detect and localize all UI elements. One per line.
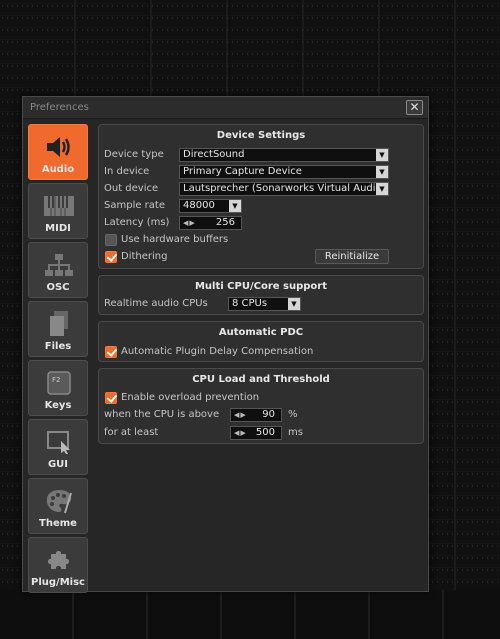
device-type-select[interactable]: DirectSound ▼ — [179, 148, 389, 162]
latency-value: 256 — [215, 217, 235, 228]
stepper-arrows-icon[interactable]: ◀▶ — [234, 427, 247, 439]
realtime-cpus-label: Realtime audio CPUs — [104, 298, 208, 309]
stepper-arrows-icon[interactable]: ◀▶ — [183, 217, 196, 229]
daw-background-tracks — [0, 590, 500, 639]
sidebar-item-plug-misc[interactable]: Plug/Misc — [28, 537, 88, 593]
close-button[interactable]: ✕ — [406, 100, 423, 115]
device-settings-panel: Device Settings Device type DirectSound … — [98, 124, 424, 269]
sidebar-item-label: GUI — [47, 459, 69, 470]
window-title: Preferences — [30, 102, 89, 113]
stepper-arrows-icon[interactable]: ◀▶ — [234, 409, 247, 421]
sidebar: Audio MIDI OSC Files F2 Keys GUI Theme P… — [28, 124, 88, 596]
realtime-cpus-value: 8 CPUs — [232, 298, 268, 309]
hardware-buffers-checkbox[interactable] — [105, 234, 117, 246]
cpu-threshold-stepper[interactable]: ◀▶ 90 — [230, 408, 282, 422]
cpu-threshold-unit: % — [288, 409, 298, 420]
preferences-window: Preferences ✕ Audio MIDI OSC Files F2 Ke… — [22, 96, 429, 593]
sample-rate-select[interactable]: 48000 ▼ — [179, 199, 242, 213]
palette-icon — [43, 487, 75, 515]
sidebar-item-label: Plug/Misc — [31, 577, 85, 588]
duration-stepper[interactable]: ◀▶ 500 — [230, 426, 282, 440]
files-icon — [43, 310, 75, 338]
chevron-down-icon: ▼ — [376, 166, 388, 178]
in-device-select[interactable]: Primary Capture Device ▼ — [179, 165, 389, 179]
out-device-value: Lautsprecher (Sonarworks Virtual Audi... — [183, 183, 386, 194]
duration-label: for at least — [104, 427, 159, 438]
sidebar-item-label: Theme — [39, 518, 77, 529]
cpu-load-panel: CPU Load and Threshold Enable overload p… — [98, 368, 424, 444]
in-device-label: In device — [104, 166, 150, 177]
chevron-down-icon: ▼ — [229, 200, 241, 212]
sidebar-item-label: MIDI — [45, 223, 71, 234]
svg-text:F2: F2 — [52, 376, 60, 384]
piano-keys-icon — [43, 192, 75, 220]
automatic-pdc-title: Automatic PDC — [218, 327, 304, 338]
duration-value: 500 — [255, 427, 275, 438]
close-icon: ✕ — [409, 100, 420, 114]
realtime-cpus-select[interactable]: 8 CPUs ▼ — [228, 297, 301, 311]
speaker-icon — [43, 133, 75, 161]
puzzle-icon — [43, 546, 75, 574]
device-type-label: Device type — [104, 149, 164, 160]
cpu-load-title: CPU Load and Threshold — [192, 374, 330, 385]
cpu-threshold-label: when the CPU is above — [104, 409, 220, 420]
plugin-delay-compensation-checkbox[interactable] — [105, 346, 117, 358]
cpu-threshold-value: 90 — [262, 409, 275, 420]
chevron-down-icon: ▼ — [376, 183, 388, 195]
latency-stepper[interactable]: ◀▶ 256 — [179, 216, 242, 230]
overload-prevention-label: Enable overload prevention — [121, 392, 260, 403]
plugin-delay-compensation-label: Automatic Plugin Delay Compensation — [121, 346, 314, 357]
multi-cpu-panel: Multi CPU/Core support Realtime audio CP… — [98, 275, 424, 315]
reinitialize-button[interactable]: Reinitialize — [315, 249, 389, 264]
sidebar-item-theme[interactable]: Theme — [28, 478, 88, 534]
sidebar-item-midi[interactable]: MIDI — [28, 183, 88, 239]
automatic-pdc-panel: Automatic PDC Automatic Plugin Delay Com… — [98, 321, 424, 362]
sidebar-item-label: Audio — [41, 164, 75, 175]
out-device-select[interactable]: Lautsprecher (Sonarworks Virtual Audi...… — [179, 182, 389, 196]
sample-rate-value: 48000 — [183, 200, 215, 211]
out-device-label: Out device — [104, 183, 159, 194]
keyboard-key-icon: F2 — [43, 369, 75, 397]
sidebar-item-label: Files — [44, 341, 72, 352]
dithering-checkbox[interactable] — [105, 251, 117, 263]
sidebar-item-label: OSC — [46, 282, 70, 293]
hardware-buffers-label: Use hardware buffers — [121, 234, 229, 245]
network-icon — [43, 251, 75, 279]
overload-prevention-checkbox[interactable] — [105, 392, 117, 404]
sidebar-item-files[interactable]: Files — [28, 301, 88, 357]
device-settings-title: Device Settings — [216, 130, 306, 141]
sidebar-item-gui[interactable]: GUI — [28, 419, 88, 475]
cursor-window-icon — [43, 428, 75, 456]
sample-rate-label: Sample rate — [104, 200, 165, 211]
sidebar-item-label: Keys — [44, 400, 72, 411]
duration-unit: ms — [288, 427, 303, 438]
latency-label: Latency (ms) — [104, 217, 170, 228]
chevron-down-icon: ▼ — [288, 298, 300, 310]
titlebar: Preferences ✕ — [23, 97, 428, 119]
multi-cpu-title: Multi CPU/Core support — [194, 281, 327, 292]
sidebar-item-osc[interactable]: OSC — [28, 242, 88, 298]
dithering-label: Dithering — [121, 251, 168, 262]
sidebar-item-keys[interactable]: F2 Keys — [28, 360, 88, 416]
device-type-value: DirectSound — [183, 149, 245, 160]
in-device-value: Primary Capture Device — [183, 166, 302, 177]
chevron-down-icon: ▼ — [376, 149, 388, 161]
sidebar-item-audio[interactable]: Audio — [28, 124, 88, 180]
